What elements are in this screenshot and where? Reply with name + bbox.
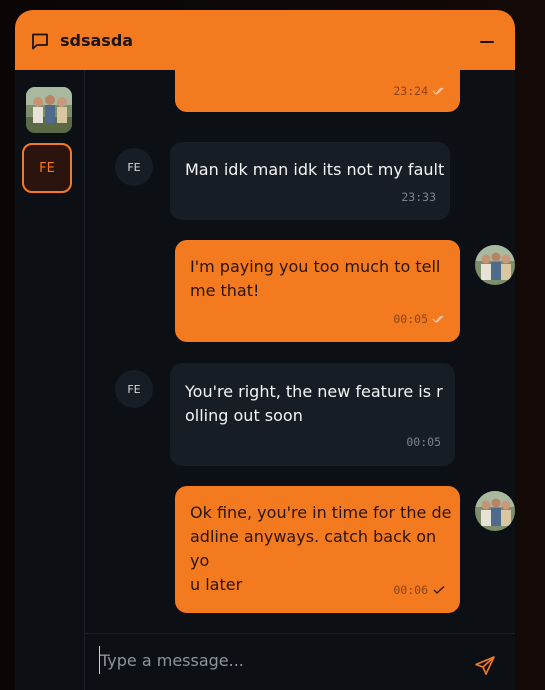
message-time: 23:33 — [401, 190, 436, 204]
conversation-avatar-photo[interactable] — [26, 87, 72, 133]
conversation-sidebar: FE — [15, 70, 85, 690]
message-input[interactable] — [99, 646, 460, 674]
message-time: 00:05 — [406, 435, 441, 449]
message-time: 00:05 — [393, 312, 428, 326]
sender-avatar-fe: FE — [115, 148, 153, 186]
message-text: Man idk man idk its not my fault — [185, 160, 445, 179]
message-time: 23:24 — [393, 84, 428, 98]
message-meta: 00:05 — [406, 435, 441, 449]
message-composer — [85, 633, 515, 690]
message-bubble-outgoing: 23:24 — [175, 70, 460, 112]
message-meta: 23:33 — [401, 190, 436, 204]
chat-window: sdsasda FE 23:24 FE Man idk man idk its … — [15, 10, 515, 690]
message-meta: 00:05 — [393, 312, 446, 326]
double-check-icon — [432, 315, 444, 323]
chat-title: sdsasda — [60, 31, 134, 50]
chat-bubble-icon — [32, 33, 48, 50]
chat-header: sdsasda — [15, 10, 515, 70]
message-list: 23:24 FE Man idk man idk its not my faul… — [85, 70, 515, 633]
message-meta: 23:24 — [393, 84, 446, 98]
minimize-button[interactable] — [473, 28, 501, 56]
sender-avatar-fe: FE — [115, 370, 153, 408]
conversation-avatar-fe[interactable]: FE — [22, 143, 72, 193]
message-bubble-incoming: Man idk man idk its not my fault 23:33 — [170, 142, 450, 220]
double-check-icon — [432, 87, 444, 95]
message-text: I'm paying you too much to tell me that! — [190, 257, 441, 300]
minus-icon — [480, 41, 494, 43]
my-avatar-photo — [475, 491, 515, 531]
message-time: 00:06 — [393, 583, 428, 597]
check-icon — [433, 586, 445, 594]
group-photo-image — [26, 87, 72, 133]
send-icon[interactable] — [473, 654, 497, 678]
message-bubble-outgoing: I'm paying you too much to tell me that!… — [175, 240, 460, 342]
my-avatar-photo — [475, 245, 515, 285]
message-text: You're right, the new feature is r ollin… — [185, 382, 443, 425]
message-bubble-outgoing: Ok fine, you're in time for the de adlin… — [175, 486, 460, 613]
message-meta: 00:06 — [393, 583, 446, 597]
message-bubble-incoming: You're right, the new feature is r ollin… — [170, 363, 455, 466]
